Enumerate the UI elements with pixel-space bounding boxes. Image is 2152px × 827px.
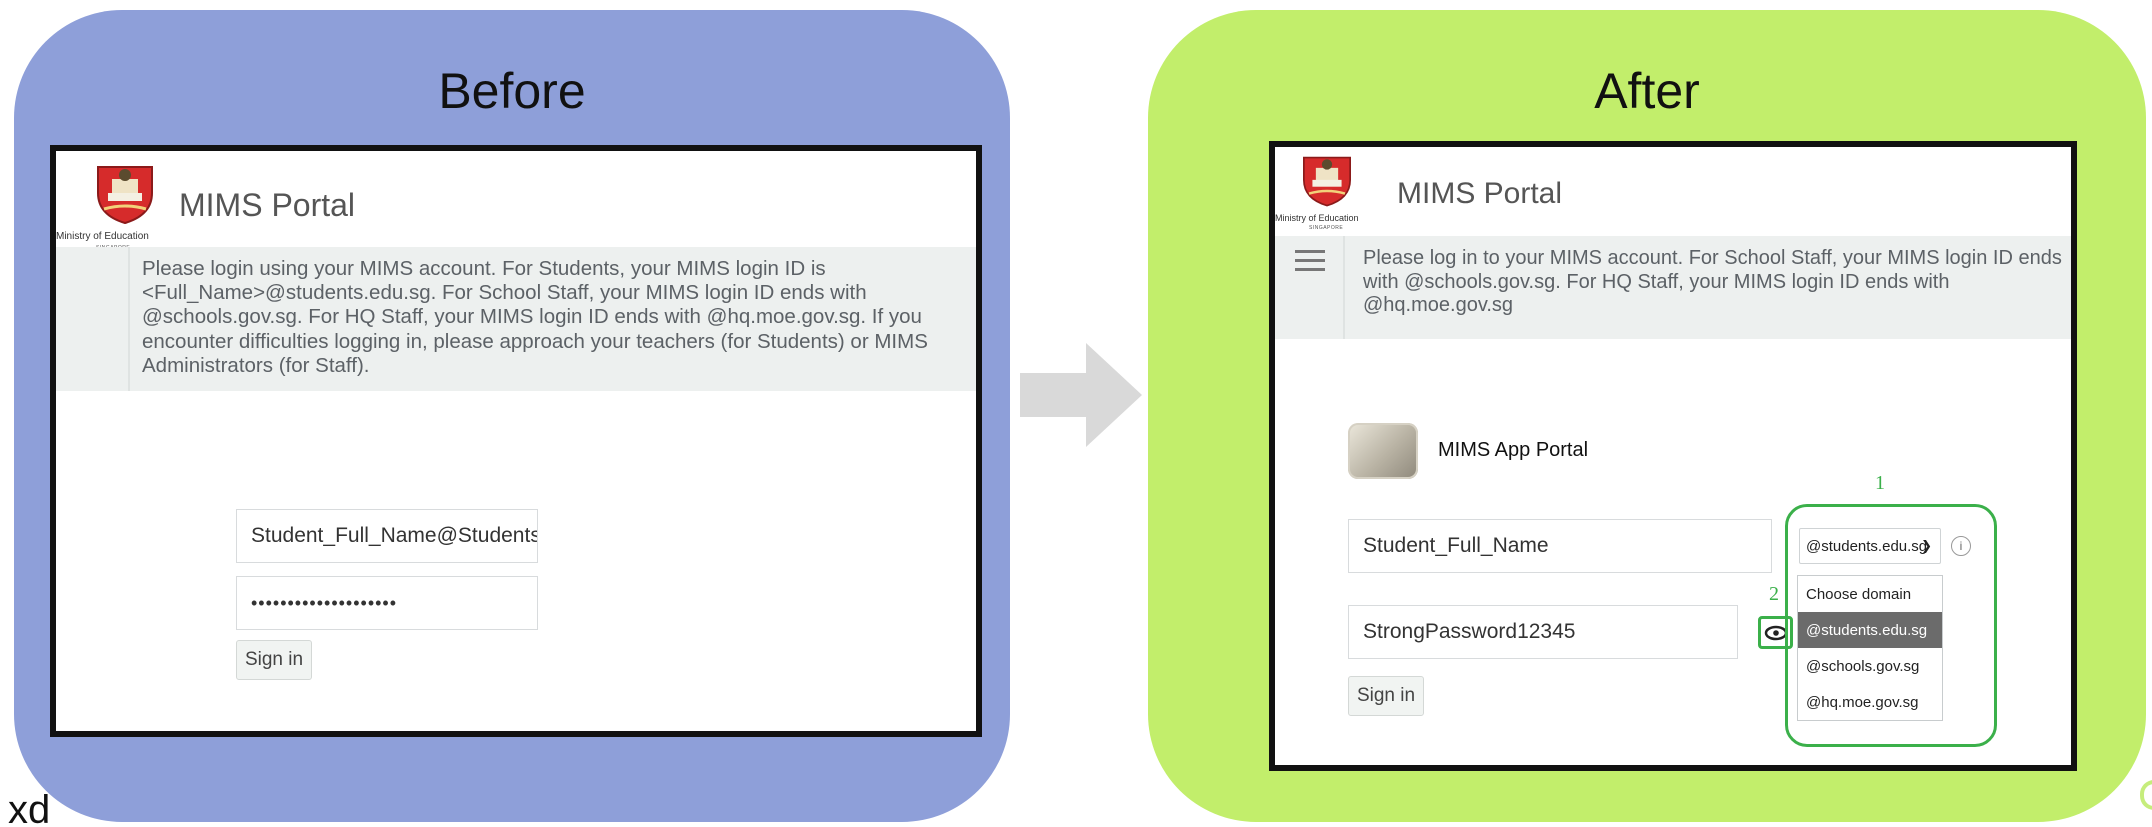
after-panel: After Ministry of Education SINGAPORE MI…	[1148, 10, 2146, 822]
moe-crest-logo	[97, 166, 153, 225]
mims-app-icon	[1348, 423, 1418, 479]
org-name: Ministry of Education	[56, 231, 149, 242]
edge-decoration	[2140, 780, 2152, 810]
app-title: MIMS App Portal	[1438, 439, 1589, 461]
username-input[interactable]: Student_Full_Name@Students.edu	[236, 509, 538, 563]
hamburger-menu-icon[interactable]	[1295, 250, 1325, 277]
org-name: Ministry of Education	[1275, 213, 1359, 223]
callout-1-number: 1	[1875, 472, 1885, 494]
callout-2-number: 2	[1769, 583, 1779, 605]
password-input[interactable]: StrongPassword12345	[1348, 605, 1738, 659]
after-login-screen: Ministry of Education SINGAPORE MIMS Por…	[1269, 141, 2077, 771]
login-instructions: Please login using your MIMS account. Fo…	[142, 257, 928, 377]
after-heading: After	[1594, 63, 1700, 119]
before-login-screen: Ministry of Education SINGAPORE MIMS Por…	[50, 145, 982, 737]
eye-icon	[1764, 625, 1787, 640]
username-input[interactable]: Student_Full_Name	[1348, 519, 1772, 573]
portal-title: MIMS Portal	[179, 187, 356, 223]
callout-1-domain-highlight	[1785, 504, 1997, 747]
stray-text: xd	[8, 788, 51, 827]
moe-crest-logo	[1303, 156, 1351, 207]
login-instructions: Please log in to your MIMS account. For …	[1363, 247, 2062, 317]
info-band: Please login using your MIMS account. Fo…	[56, 247, 976, 391]
org-country: SINGAPORE	[1309, 225, 1344, 231]
right-arrow-icon	[1020, 343, 1142, 447]
info-band: Please log in to your MIMS account. For …	[1275, 236, 2071, 339]
before-heading: Before	[438, 63, 586, 119]
portal-title: MIMS Portal	[1397, 177, 1563, 210]
before-panel: Before Ministry of Education SINGAPORE M…	[14, 10, 1010, 822]
sign-in-button[interactable]: Sign in	[1348, 676, 1424, 716]
sign-in-button[interactable]: Sign in	[236, 640, 312, 680]
password-input[interactable]: ••••••••••••••••••••	[236, 576, 538, 630]
